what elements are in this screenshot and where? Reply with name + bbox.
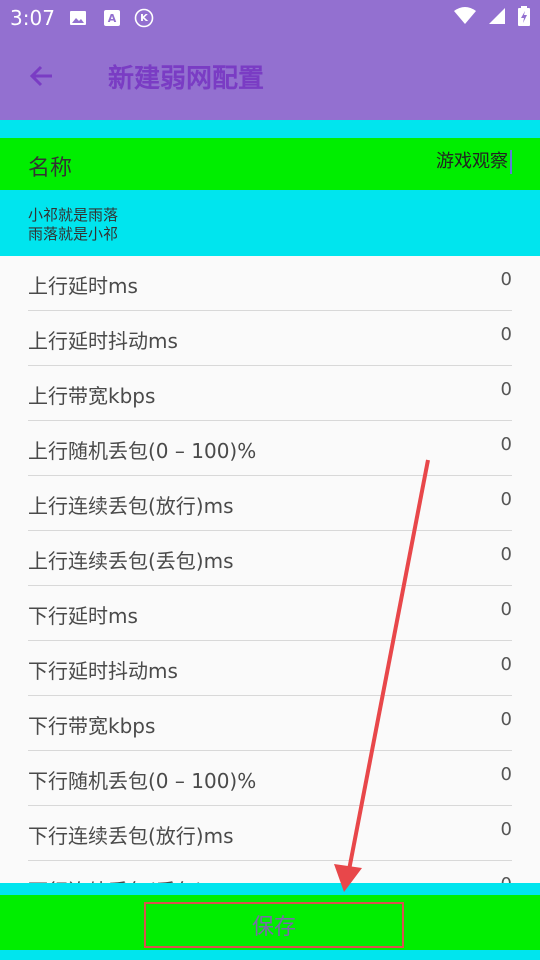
setting-value-input[interactable]: 0: [501, 709, 512, 730]
setting-label: 下行连续丢包(放行)ms: [28, 824, 234, 848]
setting-value-input[interactable]: 0: [501, 599, 512, 620]
setting-value-input[interactable]: 0: [501, 544, 512, 565]
app-k-notification-icon: K: [134, 8, 154, 28]
setting-row[interactable]: 上行连续丢包(放行)ms 0: [0, 476, 540, 531]
setting-label: 上行连续丢包(丢包)ms: [28, 549, 234, 573]
setting-value-input[interactable]: 0: [501, 764, 512, 785]
name-field-input[interactable]: 游戏观察: [436, 150, 512, 174]
setting-value-input[interactable]: 0: [501, 434, 512, 455]
back-arrow-icon[interactable]: [26, 60, 58, 92]
setting-value-input[interactable]: 0: [501, 874, 512, 883]
setting-row[interactable]: 上行延时抖动ms 0: [0, 311, 540, 366]
image-notification-icon: [68, 8, 88, 28]
setting-value-input[interactable]: 0: [501, 819, 512, 840]
setting-label: 上行带宽kbps: [28, 384, 156, 408]
top-divider: [0, 120, 540, 138]
setting-row[interactable]: 下行延时ms 0: [0, 586, 540, 641]
setting-row[interactable]: 上行连续丢包(丢包)ms 0: [0, 531, 540, 586]
page-title: 新建弱网配置: [108, 64, 265, 94]
name-field-label: 名称: [28, 156, 73, 181]
setting-label: 下行带宽kbps: [28, 714, 156, 738]
setting-label: 下行延时抖动ms: [28, 659, 178, 683]
setting-row[interactable]: 上行带宽kbps 0: [0, 366, 540, 421]
setting-row[interactable]: 下行延时抖动ms 0: [0, 641, 540, 696]
note-block: 小祁就是雨落 雨落就是小祁: [0, 190, 540, 256]
cell-signal-icon: [488, 7, 506, 29]
setting-row[interactable]: 下行带宽kbps 0: [0, 696, 540, 751]
name-field-row[interactable]: 名称 游戏观察: [0, 138, 540, 190]
status-time: 3:07: [10, 6, 55, 30]
setting-label: 上行延时抖动ms: [28, 329, 178, 353]
status-bar: 3:07 A K: [0, 0, 540, 36]
setting-value-input[interactable]: 0: [501, 654, 512, 675]
setting-value-input[interactable]: 0: [501, 489, 512, 510]
app-a-notification-icon: A: [102, 8, 122, 28]
app-bar: 新建弱网配置: [0, 36, 540, 120]
battery-charging-icon: [518, 6, 530, 30]
setting-label: 下行随机丢包(0 – 100)%: [28, 769, 257, 793]
bottom-edge: [0, 950, 540, 960]
setting-value-input[interactable]: 0: [501, 379, 512, 400]
setting-label: 上行随机丢包(0 – 100)%: [28, 439, 257, 463]
setting-label: 下行延时ms: [28, 604, 138, 628]
setting-row[interactable]: 下行连续丢包(丢包)ms 0: [0, 861, 540, 883]
setting-label: 上行连续丢包(放行)ms: [28, 494, 234, 518]
setting-row[interactable]: 下行连续丢包(放行)ms 0: [0, 806, 540, 861]
save-button[interactable]: 保存: [144, 902, 404, 948]
note-line-2: 雨落就是小祁: [28, 225, 119, 243]
setting-row[interactable]: 下行随机丢包(0 – 100)% 0: [0, 751, 540, 806]
bottom-divider: [0, 883, 540, 895]
setting-label: 上行延时ms: [28, 274, 138, 298]
setting-row[interactable]: 上行延时ms 0: [0, 256, 540, 311]
setting-value-input[interactable]: 0: [501, 269, 512, 290]
setting-value-input[interactable]: 0: [501, 324, 512, 345]
settings-list[interactable]: 上行延时ms 0 上行延时抖动ms 0 上行带宽kbps 0 上行随机丢包(0 – 1…: [0, 256, 540, 883]
note-line-1: 小祁就是雨落: [28, 206, 119, 224]
wifi-icon: [454, 7, 476, 29]
setting-label: 下行连续丢包(丢包)ms: [28, 875, 234, 883]
setting-row[interactable]: 上行随机丢包(0 – 100)% 0: [0, 421, 540, 476]
